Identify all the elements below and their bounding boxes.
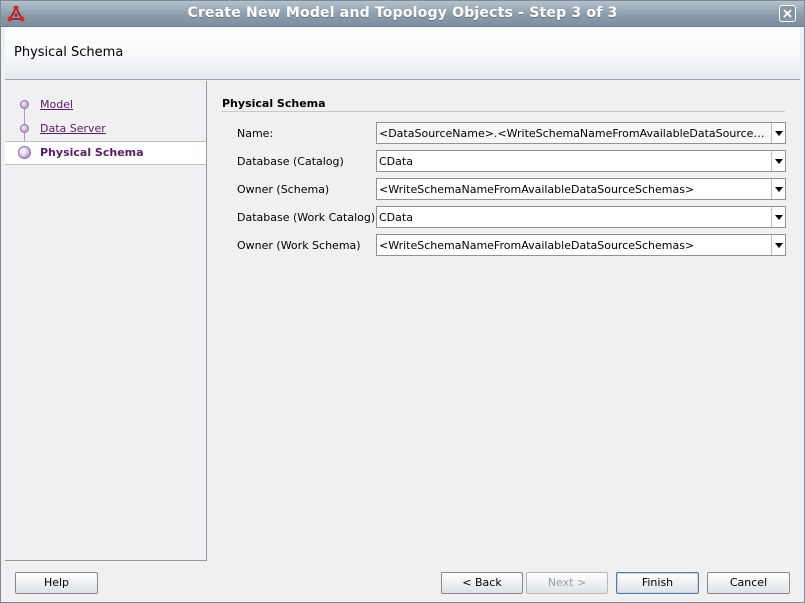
chevron-down-icon[interactable]	[771, 179, 785, 199]
cancel-button[interactable]: Cancel	[707, 572, 790, 594]
owner-work-schema-value[interactable]: <WriteSchemaNameFromAvailableDataSourceS…	[379, 239, 769, 252]
owner-schema-combo[interactable]: <WriteSchemaNameFromAvailableDataSourceS…	[376, 178, 786, 200]
section-divider	[222, 111, 785, 112]
finish-button[interactable]: Finish	[616, 572, 699, 594]
database-work-catalog-label: Database (Work Catalog)	[237, 211, 376, 224]
name-label: Name:	[237, 127, 274, 140]
owner-work-schema-combo[interactable]: <WriteSchemaNameFromAvailableDataSourceS…	[376, 234, 786, 256]
wizard-steps-panel: Model Data Server Physical Schema	[5, 81, 207, 561]
database-catalog-label: Database (Catalog)	[237, 155, 344, 168]
owner-schema-value[interactable]: <WriteSchemaNameFromAvailableDataSourceS…	[379, 183, 769, 196]
database-catalog-value[interactable]: CData	[379, 155, 769, 168]
wizard-header: Physical Schema	[5, 27, 800, 80]
chevron-down-icon[interactable]	[771, 207, 785, 227]
page-title: Physical Schema	[14, 45, 124, 60]
name-combo[interactable]: <DataSourceName>.<WriteSchemaNameFromAva…	[376, 122, 786, 144]
chevron-down-icon[interactable]	[771, 235, 785, 255]
close-icon	[783, 9, 792, 18]
next-button[interactable]: Next >	[526, 572, 608, 594]
help-button[interactable]: Help	[15, 572, 98, 594]
step-current-icon	[18, 146, 31, 159]
owner-work-schema-label: Owner (Work Schema)	[237, 239, 361, 252]
step-data-server[interactable]: Data Server	[5, 118, 206, 140]
step-model[interactable]: Model	[5, 94, 206, 116]
database-catalog-combo[interactable]: CData	[376, 150, 786, 172]
step-physical-schema[interactable]: Physical Schema	[5, 141, 206, 165]
form-panel: Physical Schema Name: <DataSourceName>.<…	[208, 81, 800, 561]
database-work-catalog-combo[interactable]: CData	[376, 206, 786, 228]
database-work-catalog-value[interactable]: CData	[379, 211, 769, 224]
step-done-icon	[20, 100, 29, 109]
chevron-down-icon[interactable]	[771, 151, 785, 171]
chevron-down-icon[interactable]	[771, 123, 785, 143]
owner-schema-label: Owner (Schema)	[237, 183, 330, 196]
step-label: Physical Schema	[40, 146, 144, 159]
wizard-window: Create New Model and Topology Objects - …	[0, 0, 805, 603]
window-title: Create New Model and Topology Objects - …	[187, 5, 618, 21]
back-button[interactable]: < Back	[441, 572, 523, 594]
section-title: Physical Schema	[222, 97, 326, 110]
name-value[interactable]: <DataSourceName>.<WriteSchemaNameFromAva…	[379, 127, 769, 140]
title-bar[interactable]: Create New Model and Topology Objects - …	[1, 1, 804, 27]
step-label[interactable]: Data Server	[40, 122, 106, 135]
close-button[interactable]	[779, 5, 796, 22]
step-label[interactable]: Model	[40, 98, 73, 111]
step-done-icon	[20, 124, 29, 133]
